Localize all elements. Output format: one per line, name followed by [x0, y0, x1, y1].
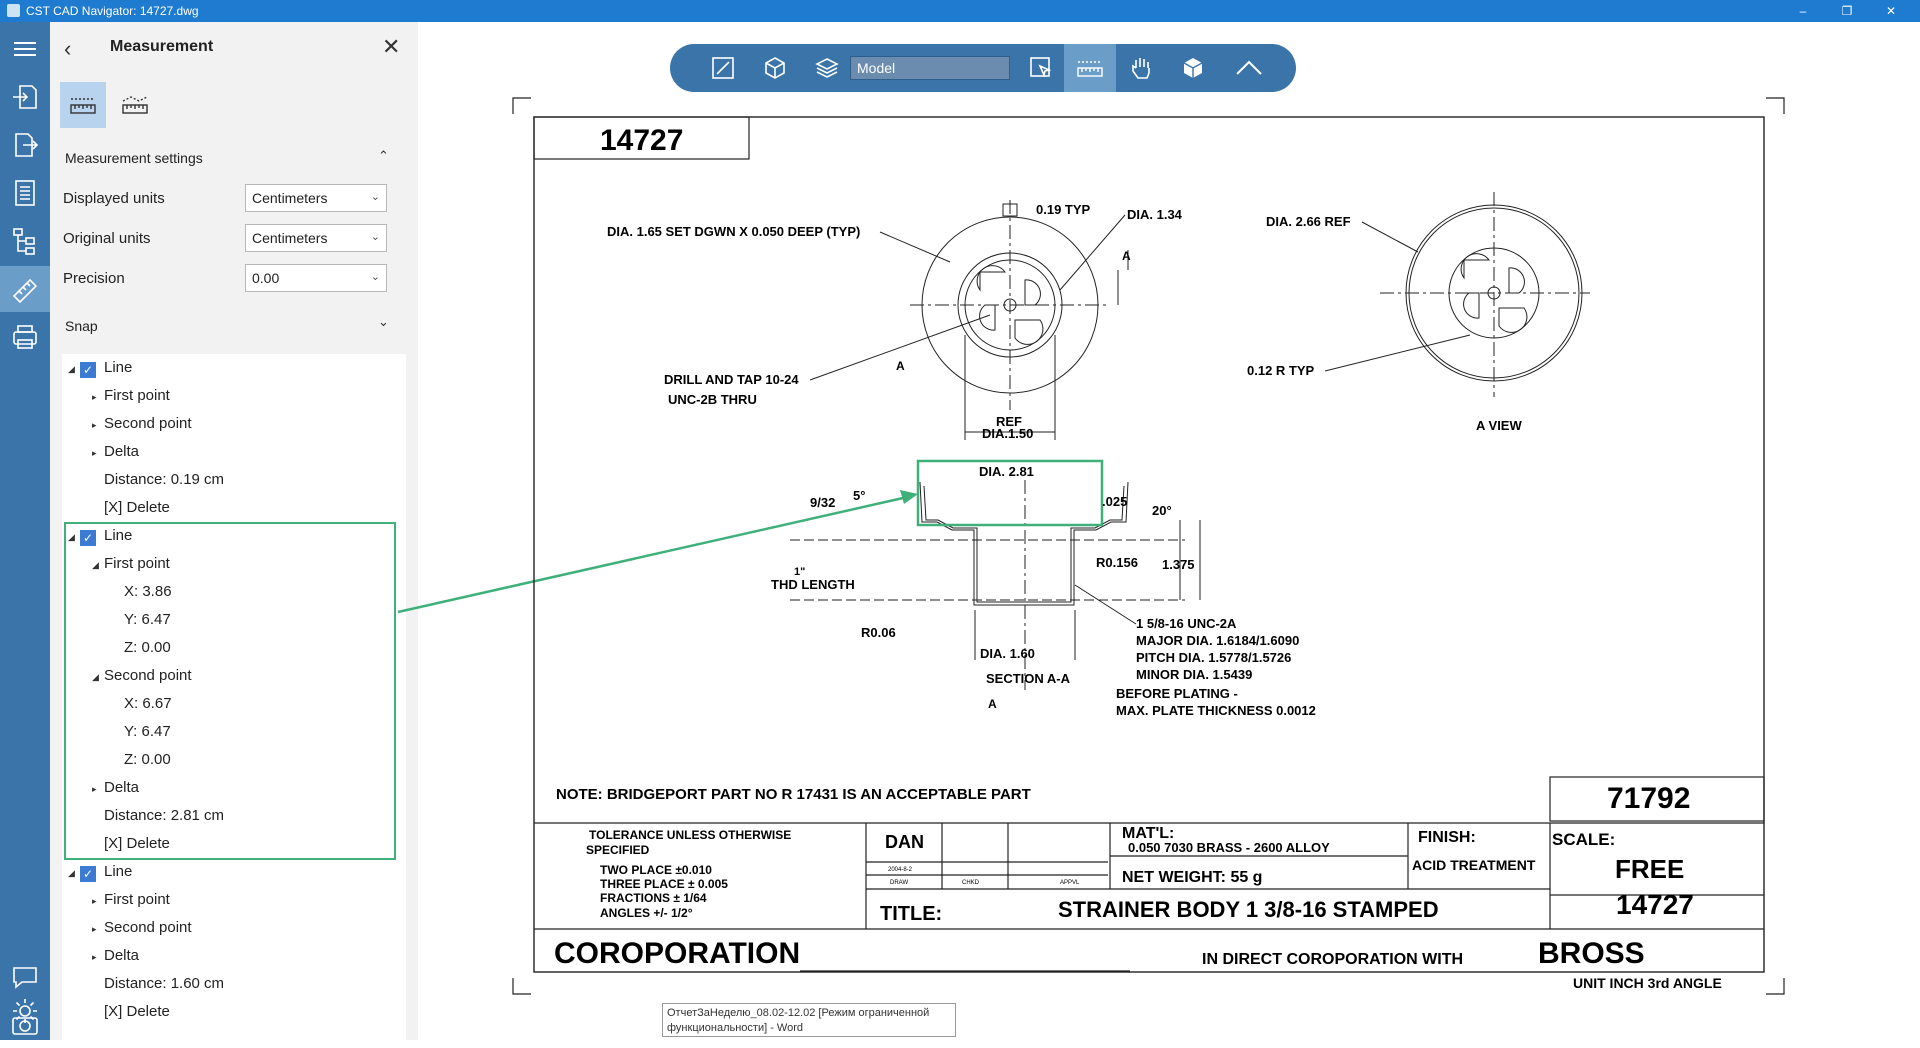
- cube-outline-icon: [765, 57, 785, 79]
- solid-cube-button[interactable]: [1170, 44, 1216, 92]
- title-value: STRAINER BODY 1 3/8-16 STAMPED: [1058, 897, 1439, 922]
- label-drill: DRILL AND TAP 10-24: [664, 372, 799, 387]
- draw-date: 2004-8-2: [888, 867, 913, 873]
- tolerance-line-2: SPECIFIED: [586, 843, 650, 857]
- draw-label: DRAW: [890, 880, 908, 886]
- label-a-top: A: [1122, 249, 1131, 263]
- label-dia165: DIA. 1.65 SET DGWN X 0.050 DEEP (TYP): [607, 224, 860, 239]
- hand-icon: [1132, 58, 1150, 79]
- ruler-icon: [1077, 61, 1103, 77]
- model-select[interactable]: Model: [850, 56, 1010, 80]
- measure-button[interactable]: [1064, 44, 1116, 92]
- a-view: [1380, 192, 1590, 397]
- tooltip-line-2: функциональности] - Word: [667, 1022, 804, 1034]
- finish-label: FINISH:: [1418, 829, 1476, 846]
- tolerance-line-4: THREE PLACE ± 0.005: [600, 877, 728, 891]
- material-value: 0.050 7030 BRASS - 2600 ALLOY: [1128, 840, 1330, 855]
- label-dia134: DIA. 1.34: [1127, 207, 1183, 222]
- tolerance-line-6: ANGLES +/- 1/2°: [600, 906, 693, 920]
- unit-label: UNIT INCH 3rd ANGLE: [1573, 975, 1722, 991]
- label-dia150: DIA.1.50: [982, 426, 1033, 441]
- label-unc2b: UNC-2B THRU: [668, 392, 757, 407]
- top-view: [910, 200, 1129, 440]
- drawn-by: DAN: [885, 832, 924, 852]
- label-before: BEFORE PLATING -: [1116, 686, 1238, 701]
- layers-button[interactable]: [804, 44, 850, 92]
- label-deg5: 5°: [853, 488, 865, 503]
- label-dia160: DIA. 1.60: [980, 646, 1035, 661]
- bross-label: BROSS: [1538, 937, 1645, 970]
- pan-button[interactable]: [1118, 44, 1164, 92]
- connector-arrow: [397, 494, 913, 614]
- dwg-number-top: 14727: [600, 124, 683, 157]
- label-r012: 0.12 R TYP: [1247, 363, 1315, 378]
- label-r0156: R0.156: [1096, 555, 1138, 570]
- tolerance-line-3: TWO PLACE ±0.010: [600, 863, 712, 877]
- label-d025: .025: [1102, 494, 1127, 509]
- taskbar-tooltip: ОтчетЗаНеделю_08.02-12.02 [Режим огранич…: [662, 1003, 956, 1037]
- label-deg20: 20°: [1152, 503, 1172, 518]
- label-d932: 9/32: [810, 495, 835, 510]
- label-r006: R0.06: [861, 625, 896, 640]
- label-pitch: PITCH DIA. 1.5778/1.5726: [1136, 650, 1291, 665]
- label-minor: MINOR DIA. 1.5439: [1136, 667, 1252, 682]
- label-maxplate: MAX. PLATE THICKNESS 0.0012: [1116, 703, 1316, 718]
- label-thd: THD LENGTH: [771, 577, 855, 592]
- arrow-head-icon: [900, 490, 918, 504]
- cube-solid-icon: [1183, 58, 1203, 78]
- tolerance-line-1: TOLERANCE UNLESS OTHERWISE: [589, 828, 791, 842]
- select-area-button[interactable]: [1018, 44, 1064, 92]
- title-label: TITLE:: [880, 903, 942, 925]
- label-a-bot: A: [988, 697, 997, 711]
- net-weight: NET WEIGHT: 55 g: [1122, 869, 1262, 886]
- collapse-toolbar-button[interactable]: [1226, 44, 1272, 92]
- part-number: 71792: [1607, 782, 1690, 815]
- corporation-label: COROPORATION: [554, 937, 800, 970]
- apvl-label: APPVL: [1060, 880, 1080, 886]
- label-d1375: 1.375: [1162, 557, 1195, 572]
- cad-drawing: 14727 DIA. 1.65 SET DGWN X 0.050 DEEP (T…: [397, 97, 1785, 995]
- scale-value: FREE: [1615, 854, 1684, 884]
- label-dia281: DIA. 2.81: [979, 464, 1034, 479]
- view-3d-button[interactable]: [752, 44, 798, 92]
- chkd-label: CHKD: [962, 880, 980, 886]
- view-toolbar: Model: [670, 44, 1296, 92]
- view-2d-button[interactable]: [700, 44, 746, 92]
- tooltip-line-1: ОтчетЗаНеделю_08.02-12.02 [Режим огранич…: [667, 1007, 930, 1019]
- layers-icon: [815, 58, 839, 78]
- label-aview: A VIEW: [1476, 418, 1522, 433]
- chevron-up-icon: [1236, 60, 1262, 75]
- direct-corporation-label: IN DIRECT COROPORATION WITH: [1202, 951, 1463, 968]
- label-dia266: DIA. 2.66 REF: [1266, 214, 1351, 229]
- drawing-note: NOTE: BRIDGEPORT PART NO R 17431 IS AN A…: [556, 786, 1031, 803]
- scale-label: SCALE:: [1552, 830, 1615, 849]
- label-a-left: A: [896, 359, 905, 373]
- select-cursor-icon: [1030, 57, 1052, 78]
- label-section-aa: SECTION A-A: [986, 671, 1071, 686]
- tolerance-line-5: FRACTIONS ± 1/64: [600, 891, 707, 905]
- drawing-icon: [712, 57, 734, 79]
- label-major: MAJOR DIA. 1.6184/1.6090: [1136, 633, 1299, 648]
- drawing-number: 14727: [1616, 889, 1694, 920]
- label-typ019: 0.19 TYP: [1036, 202, 1091, 217]
- finish-value: ACID TREATMENT: [1412, 857, 1536, 873]
- label-unc2a: 1 5/8-16 UNC-2A: [1136, 616, 1237, 631]
